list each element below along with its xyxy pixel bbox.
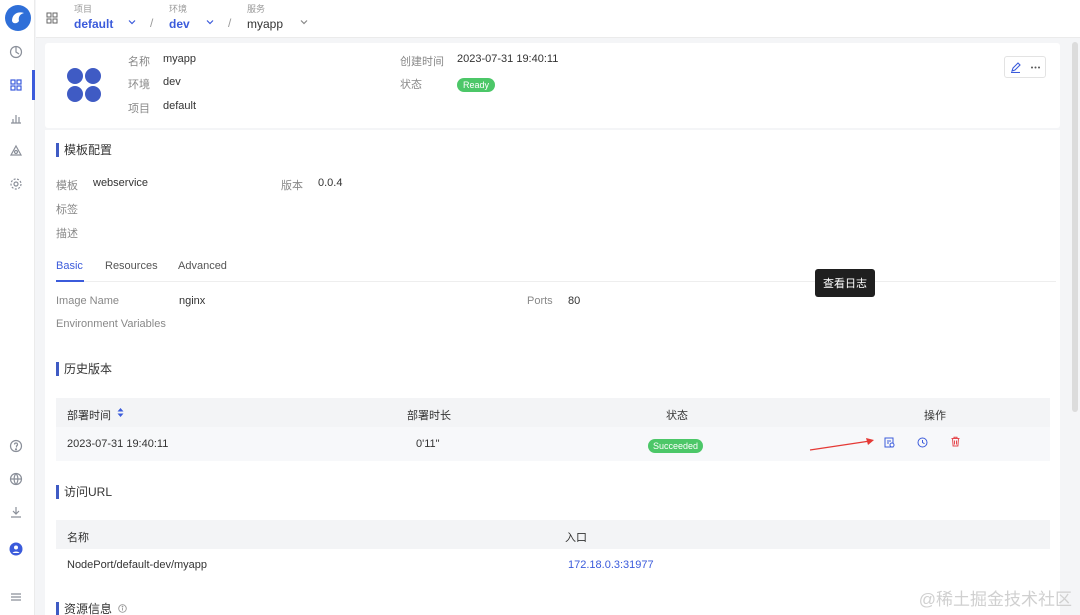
status-badge: Succeeded bbox=[648, 439, 704, 453]
settings-icon[interactable] bbox=[9, 177, 23, 191]
breadcrumb-environment-label: 环境 bbox=[169, 4, 188, 14]
template-label: 模板 bbox=[56, 180, 78, 192]
tab-advanced[interactable]: Advanced bbox=[178, 260, 227, 272]
column-name: 名称 bbox=[67, 532, 89, 544]
service-project: default bbox=[163, 100, 197, 112]
version-label: 版本 bbox=[281, 180, 303, 192]
grid-icon[interactable] bbox=[46, 12, 58, 24]
dashboard-icon[interactable] bbox=[9, 45, 23, 59]
page-scrollbar[interactable] bbox=[1072, 42, 1078, 412]
breadcrumb-environment[interactable]: 环境 dev bbox=[169, 2, 190, 31]
service-name: myapp bbox=[163, 53, 197, 65]
access-url-table: 名称 入口 NodePort/default-dev/myapp 172.18.… bbox=[56, 520, 1050, 580]
app-logo-icon[interactable] bbox=[5, 5, 31, 31]
breadcrumb-project[interactable]: 项目 default bbox=[74, 2, 113, 31]
chevron-down-icon[interactable] bbox=[128, 18, 136, 26]
created-label: 创建时间 bbox=[400, 56, 444, 68]
image-name-label: Image Name bbox=[56, 295, 119, 307]
header-actions bbox=[1004, 56, 1046, 78]
breadcrumb-service-label: 服务 bbox=[247, 4, 266, 14]
resource-info-label: 资源信息 bbox=[64, 602, 113, 615]
annotation-arrow-icon bbox=[809, 438, 874, 451]
resource-info-title: 资源信息 bbox=[56, 602, 128, 615]
active-indicator bbox=[32, 70, 35, 100]
sidebar bbox=[0, 0, 35, 615]
tags-label: 标签 bbox=[56, 204, 78, 216]
chart-icon[interactable] bbox=[9, 111, 23, 125]
chevron-down-icon[interactable] bbox=[206, 18, 214, 26]
tab-basic[interactable]: Basic bbox=[56, 260, 83, 272]
template-config-title: 模板配置 bbox=[56, 143, 112, 157]
delete-icon[interactable] bbox=[950, 436, 961, 447]
top-bar: 项目 default / 环境 dev / 服务 myapp bbox=[36, 0, 1080, 38]
sort-icon[interactable] bbox=[117, 408, 124, 417]
service-logo-icon bbox=[67, 68, 103, 104]
ports-value: 80 bbox=[568, 295, 581, 307]
history-table: 部署时间 部署时长 状态 操作 2023-07-31 19:40:11 0'11… bbox=[56, 398, 1050, 461]
entry-link[interactable]: 172.18.0.3:31977 bbox=[568, 559, 654, 571]
service-env: dev bbox=[163, 76, 181, 88]
clock-icon[interactable] bbox=[917, 437, 928, 448]
help-icon[interactable] bbox=[9, 439, 23, 453]
column-status: 状态 bbox=[666, 410, 688, 422]
chevron-down-icon[interactable] bbox=[300, 18, 308, 26]
status-label: 状态 bbox=[400, 79, 422, 91]
version-value: 0.0.4 bbox=[318, 177, 343, 189]
globe-icon[interactable] bbox=[9, 472, 23, 486]
tab-resources[interactable]: Resources bbox=[105, 260, 158, 272]
column-entry: 入口 bbox=[565, 532, 587, 544]
menu-collapse-icon[interactable] bbox=[9, 590, 23, 604]
history-title: 历史版本 bbox=[56, 362, 112, 376]
project-label: 项目 bbox=[128, 103, 150, 115]
config-tabs: Basic Resources Advanced bbox=[56, 256, 1056, 282]
deploy-time-cell: 2023-07-31 19:40:11 bbox=[67, 438, 169, 450]
template-value: webservice bbox=[93, 177, 149, 189]
view-log-icon[interactable] bbox=[884, 437, 895, 448]
status-badge: Ready bbox=[457, 78, 496, 92]
column-deploy-time[interactable]: 部署时间 bbox=[67, 407, 111, 423]
apps-icon[interactable] bbox=[9, 78, 23, 92]
breadcrumb-environment-value: dev bbox=[169, 17, 190, 31]
access-url-table-header: 名称 入口 bbox=[56, 520, 1050, 549]
history-table-header: 部署时间 部署时长 状态 操作 bbox=[56, 398, 1050, 427]
more-icon[interactable] bbox=[1030, 62, 1041, 73]
active-tab-underline bbox=[56, 280, 84, 282]
ports-label: Ports bbox=[527, 295, 553, 307]
user-avatar-icon[interactable] bbox=[9, 542, 23, 556]
breadcrumb-project-label: 项目 bbox=[74, 4, 93, 14]
download-icon[interactable] bbox=[9, 505, 23, 519]
env-vars-label: Environment Variables bbox=[56, 318, 166, 330]
image-name-value: nginx bbox=[179, 295, 206, 307]
watermark: @稀土掘金技术社区 bbox=[918, 590, 1072, 609]
column-actions: 操作 bbox=[924, 410, 946, 422]
nodeport-name-cell: NodePort/default-dev/myapp bbox=[67, 559, 208, 571]
edit-icon[interactable] bbox=[1010, 61, 1021, 73]
cluster-icon[interactable] bbox=[9, 144, 23, 158]
duration-cell: 0'11" bbox=[416, 438, 440, 450]
created-time: 2023-07-31 19:40:11 bbox=[457, 53, 559, 65]
breadcrumb-separator: / bbox=[228, 16, 232, 30]
main-panel: 模板配置 模板 webservice 版本 0.0.4 标签 描述 Basic … bbox=[45, 130, 1060, 615]
breadcrumb-service-value: myapp bbox=[247, 17, 284, 31]
view-log-tooltip: 查看日志 bbox=[815, 269, 875, 297]
name-label: 名称 bbox=[128, 56, 150, 68]
access-url-title: 访问URL bbox=[56, 485, 112, 499]
breadcrumb-service[interactable]: 服务 myapp bbox=[247, 2, 283, 31]
breadcrumb-separator: / bbox=[150, 16, 154, 30]
service-header-card: 名称 myapp 环境 dev 项目 default 创建时间 2023-07-… bbox=[45, 43, 1060, 128]
breadcrumb-project-value: default bbox=[74, 17, 114, 31]
env-label: 环境 bbox=[128, 79, 150, 91]
info-icon[interactable] bbox=[118, 604, 128, 613]
description-label: 描述 bbox=[56, 228, 78, 240]
column-duration: 部署时长 bbox=[407, 410, 451, 422]
